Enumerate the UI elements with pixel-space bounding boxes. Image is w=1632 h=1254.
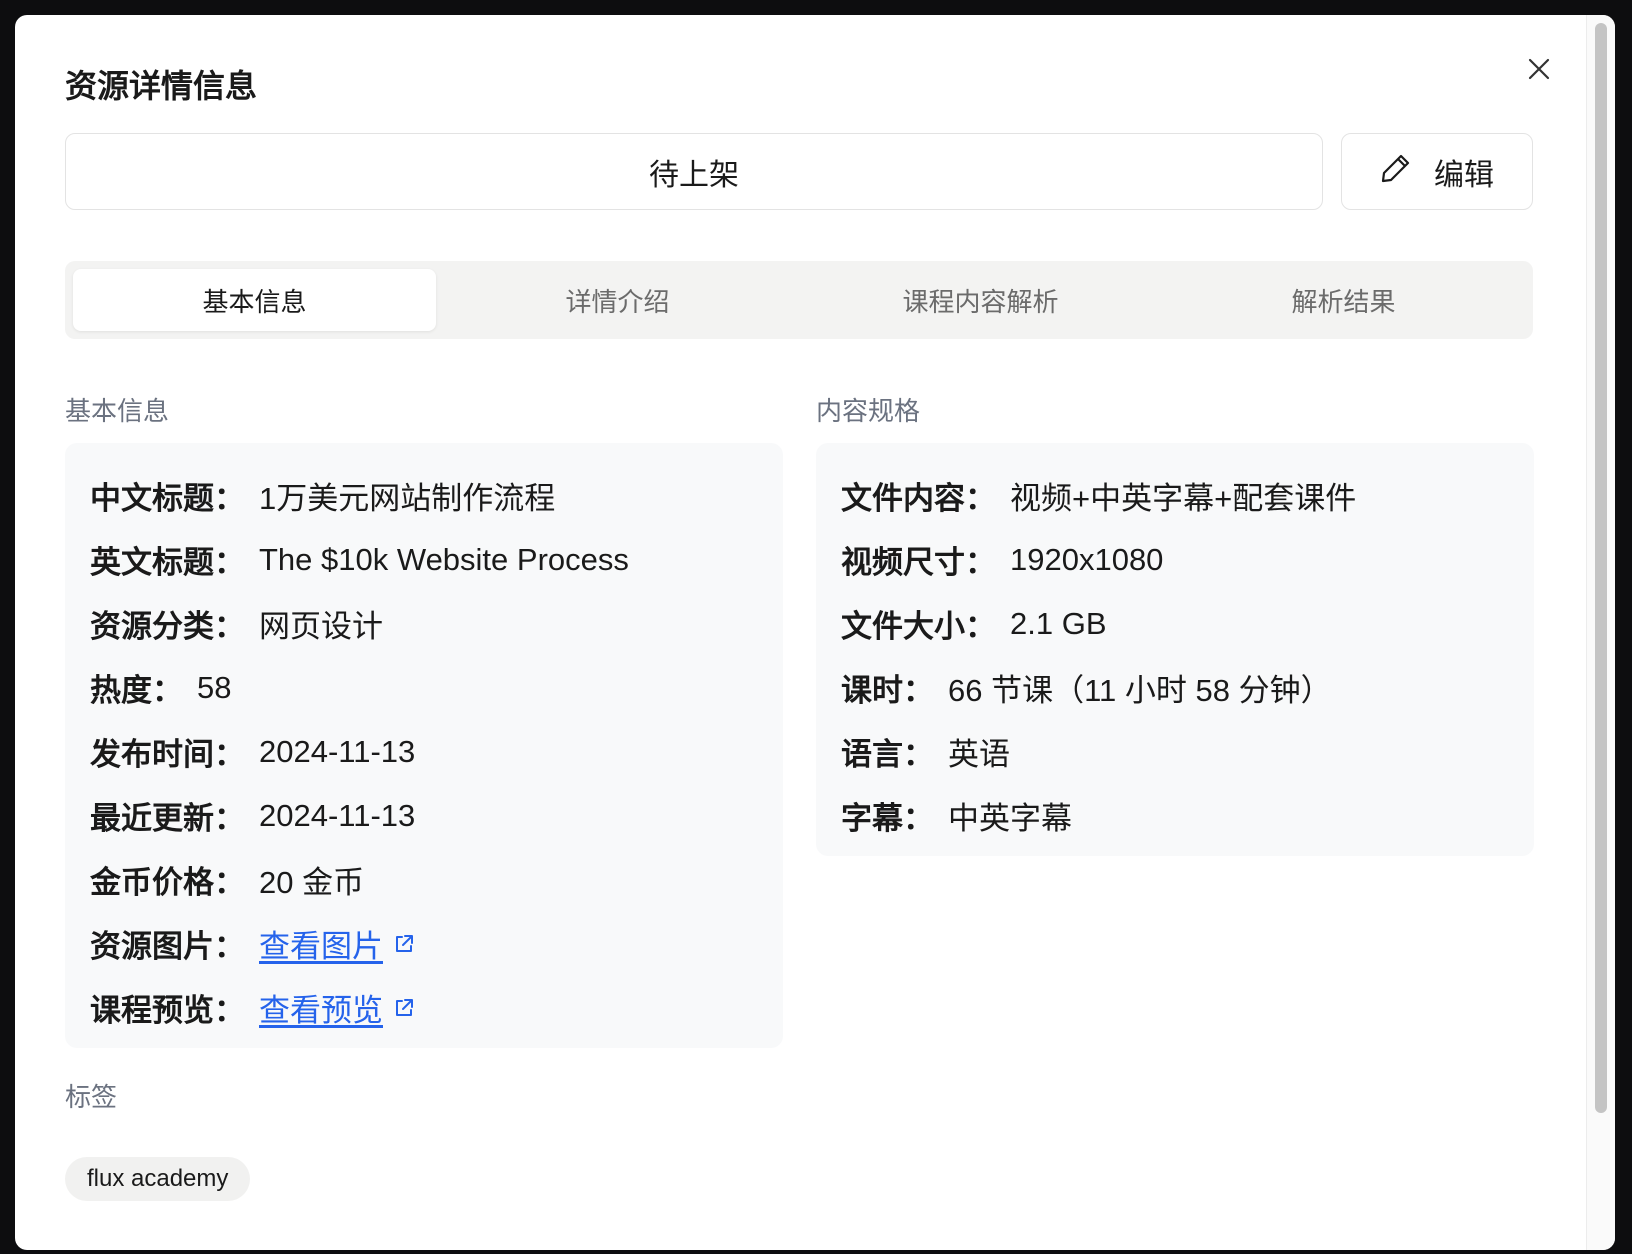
spec-value: 66 节课（11 小时 58 分钟） bbox=[948, 673, 1332, 708]
close-button[interactable] bbox=[1520, 52, 1558, 90]
scrollbar-track[interactable] bbox=[1586, 15, 1615, 1250]
info-key: 课程预览： bbox=[90, 993, 245, 1028]
basic-info-panel: 中文标题： 1万美元网站制作流程 英文标题： The $10k Website … bbox=[65, 443, 783, 1048]
status-display: 待上架 bbox=[65, 133, 1323, 210]
spec-value: 1920x1080 bbox=[1010, 541, 1164, 577]
info-key: 热度： bbox=[90, 673, 183, 708]
spec-row-file-size: 文件大小： 2.1 GB bbox=[841, 601, 1107, 646]
spec-key: 文件内容： bbox=[841, 481, 996, 516]
external-link-icon[interactable] bbox=[393, 997, 415, 1019]
tab-basic-info[interactable]: 基本信息 bbox=[73, 269, 436, 331]
info-key: 英文标题： bbox=[90, 545, 245, 580]
spec-key: 语言： bbox=[841, 737, 934, 772]
info-value: 1万美元网站制作流程 bbox=[259, 481, 556, 516]
spec-row-file-content: 文件内容： 视频+中英字幕+配套课件 bbox=[841, 473, 1356, 518]
close-icon bbox=[1527, 57, 1551, 86]
tab-bar: 基本信息 详情介绍 课程内容解析 解析结果 bbox=[65, 261, 1533, 339]
info-value: 网页设计 bbox=[259, 609, 383, 644]
resource-detail-modal: 资源详情信息 待上架 编辑 基本信息 详情介绍 课程内容解析 解析结果 基本信息… bbox=[15, 15, 1615, 1250]
info-row-category: 资源分类： 网页设计 bbox=[90, 601, 383, 646]
external-link-icon[interactable] bbox=[393, 933, 415, 955]
info-key: 金币价格： bbox=[90, 865, 245, 900]
info-row-updated-date: 最近更新： 2024-11-13 bbox=[90, 793, 415, 838]
edit-button[interactable]: 编辑 bbox=[1341, 133, 1533, 210]
status-text: 待上架 bbox=[649, 158, 739, 192]
info-row-images: 资源图片： 查看图片 bbox=[90, 921, 415, 966]
spec-key: 字幕： bbox=[841, 801, 934, 836]
tab-details[interactable]: 详情介绍 bbox=[436, 269, 799, 331]
info-key: 资源图片： bbox=[90, 929, 245, 964]
info-value: 2024-11-13 bbox=[259, 733, 416, 769]
spec-row-video-size: 视频尺寸： 1920x1080 bbox=[841, 537, 1163, 582]
info-row-price: 金币价格： 20 金币 bbox=[90, 857, 364, 902]
spec-row-lessons: 课时： 66 节课（11 小时 58 分钟） bbox=[841, 665, 1332, 710]
spec-row-language: 语言： 英语 bbox=[841, 729, 1010, 774]
info-key: 最近更新： bbox=[90, 801, 245, 836]
view-images-link[interactable]: 查看图片 bbox=[259, 921, 383, 966]
spec-key: 课时： bbox=[841, 673, 934, 708]
spec-value: 英语 bbox=[948, 737, 1010, 772]
scrollbar-thumb[interactable] bbox=[1595, 23, 1607, 1113]
info-row-popularity: 热度： 58 bbox=[90, 665, 231, 710]
info-value: 2024-11-13 bbox=[259, 797, 416, 833]
spec-key: 文件大小： bbox=[841, 609, 996, 644]
info-row-preview: 课程预览： 查看预览 bbox=[90, 985, 415, 1030]
info-key: 中文标题： bbox=[90, 481, 245, 516]
info-value: 20 金币 bbox=[259, 865, 365, 900]
spec-value: 中英字幕 bbox=[948, 801, 1072, 836]
info-row-en-title: 英文标题： The $10k Website Process bbox=[90, 537, 629, 582]
view-preview-link[interactable]: 查看预览 bbox=[259, 985, 383, 1030]
spec-value: 2.1 GB bbox=[1010, 605, 1107, 641]
edit-button-label: 编辑 bbox=[1434, 158, 1494, 192]
content-spec-heading: 内容规格 bbox=[816, 396, 921, 426]
tab-course-analysis[interactable]: 课程内容解析 bbox=[799, 269, 1162, 331]
tags-heading: 标签 bbox=[65, 1082, 118, 1112]
pencil-icon bbox=[1380, 152, 1412, 192]
content-spec-panel: 文件内容： 视频+中英字幕+配套课件 视频尺寸： 1920x1080 文件大小：… bbox=[816, 443, 1534, 856]
modal-title: 资源详情信息 bbox=[65, 68, 258, 104]
tab-analysis-result[interactable]: 解析结果 bbox=[1162, 269, 1525, 331]
info-value: 58 bbox=[197, 669, 232, 705]
basic-info-heading: 基本信息 bbox=[65, 396, 170, 426]
spec-row-subtitles: 字幕： 中英字幕 bbox=[841, 793, 1072, 838]
info-row-cn-title: 中文标题： 1万美元网站制作流程 bbox=[90, 473, 555, 518]
info-key: 发布时间： bbox=[90, 737, 245, 772]
tag-chip[interactable]: flux academy bbox=[65, 1157, 251, 1201]
info-row-publish-date: 发布时间： 2024-11-13 bbox=[90, 729, 415, 774]
spec-key: 视频尺寸： bbox=[841, 545, 996, 580]
info-key: 资源分类： bbox=[90, 609, 245, 644]
info-value: The $10k Website Process bbox=[259, 541, 629, 577]
spec-value: 视频+中英字幕+配套课件 bbox=[1010, 481, 1357, 516]
